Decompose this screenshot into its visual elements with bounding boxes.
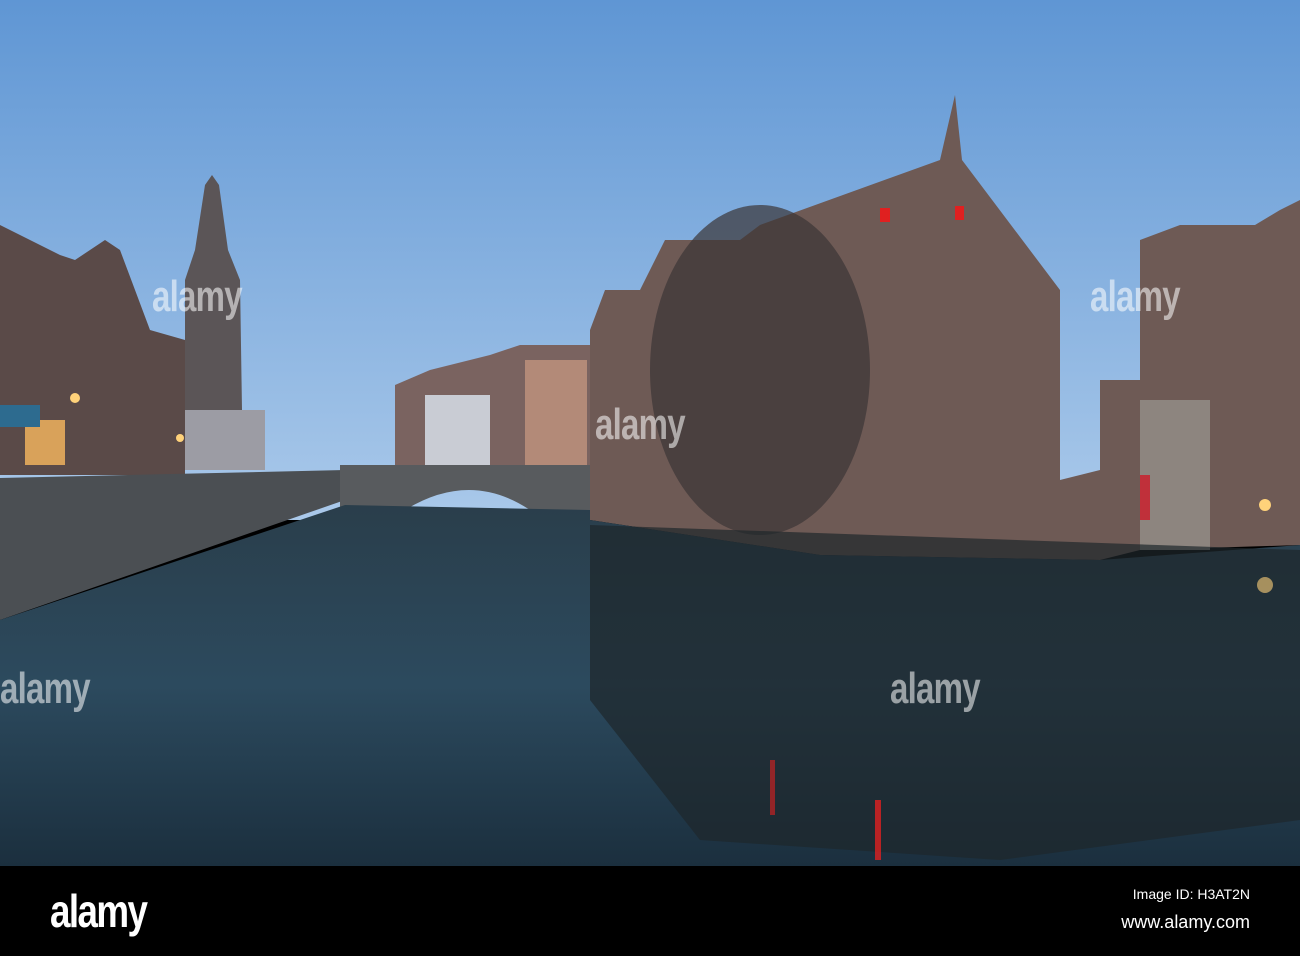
alamy-logo: alamy [50,885,148,937]
image-id: Image ID: H3AT2N [1132,886,1250,902]
watermark-text: alamy [152,272,243,321]
watermark-text: alamy [0,664,91,713]
footer-bar: alamy Image ID: H3AT2N www.alamy.com [0,866,1300,956]
watermark-text: alamy [1090,272,1181,321]
photo-canvas: alamy alamy alamy alamy alamy alamy Imag… [0,0,1300,956]
website-url: www.alamy.com [1121,912,1250,932]
watermark-text: alamy [890,664,981,713]
watermark-text: alamy [595,400,686,449]
willow-tree [650,205,870,535]
